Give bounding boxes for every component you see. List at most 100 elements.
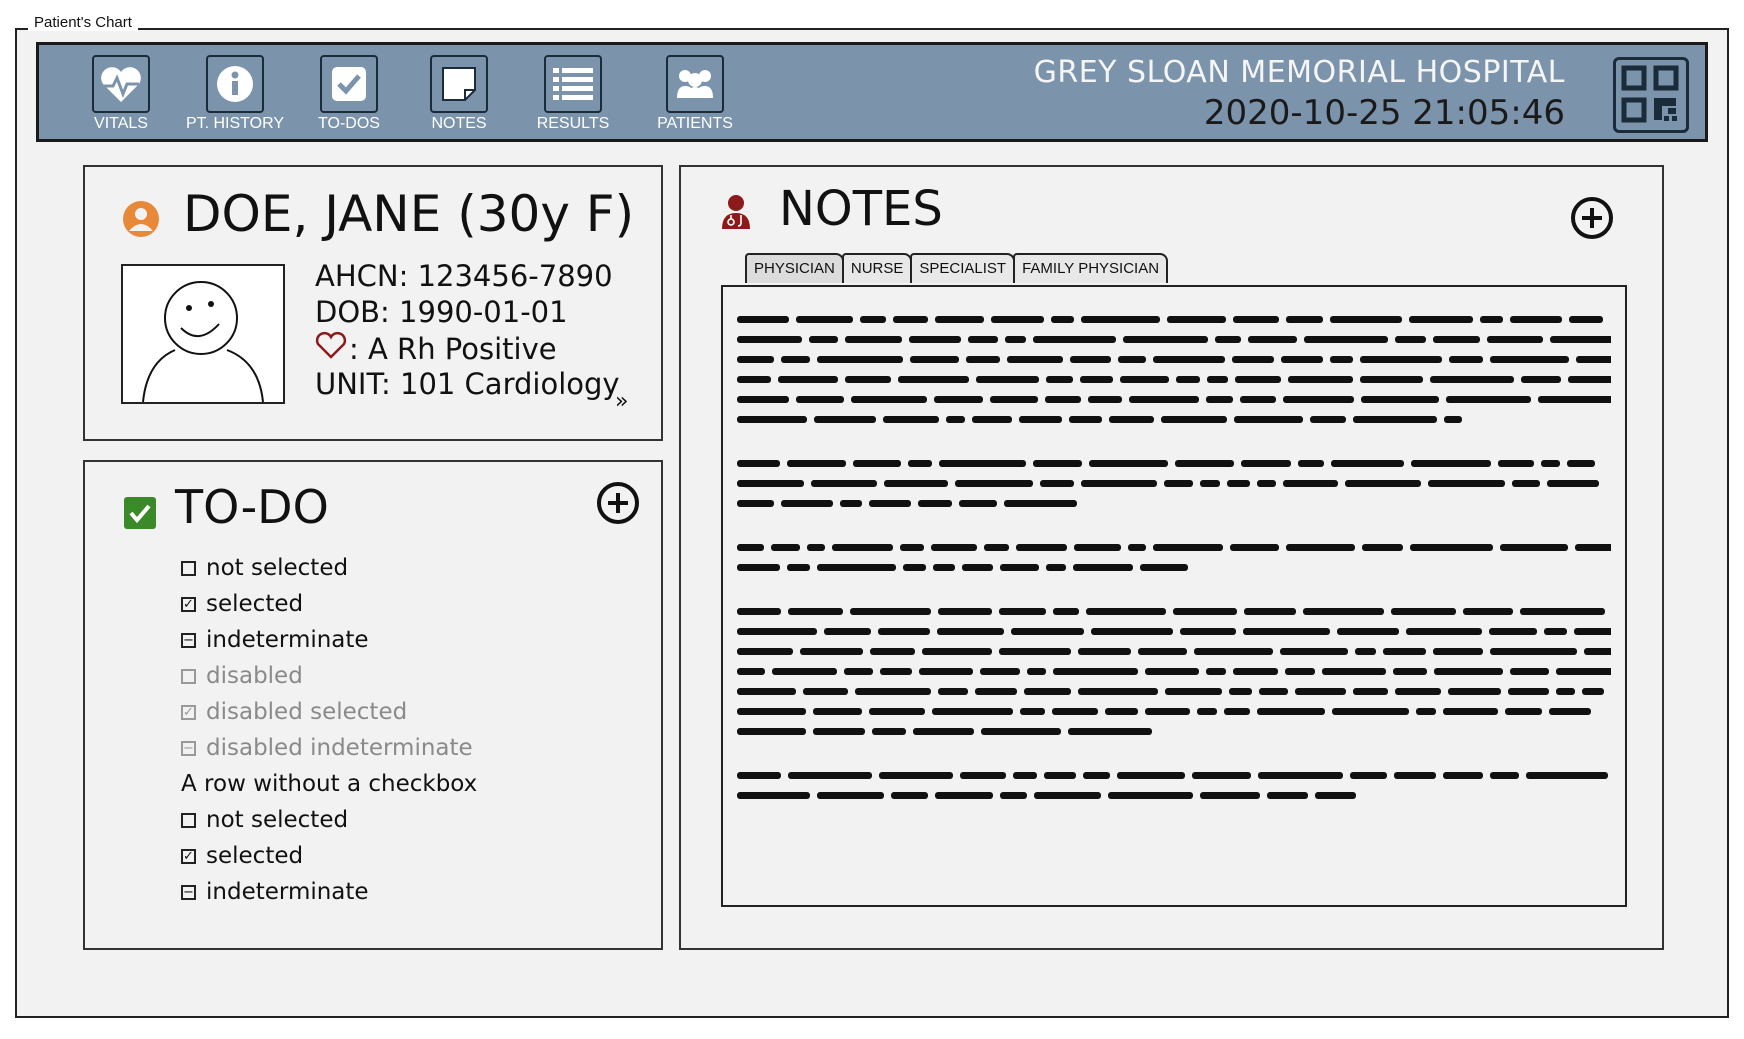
checkbox[interactable]: − <box>181 884 196 900</box>
scribble-word <box>845 335 902 343</box>
nav-label: VITALS <box>94 115 148 132</box>
scribble-word <box>807 543 825 551</box>
scribble-word <box>1000 563 1039 571</box>
scribble-word <box>781 499 833 507</box>
tab-physician[interactable]: PHYSICIAN <box>745 253 844 283</box>
scribble-word <box>976 375 1039 383</box>
chevron-double-right-icon[interactable]: » <box>615 389 628 414</box>
scribble-line <box>737 329 1611 349</box>
scribble-word <box>737 499 774 507</box>
scribble-word <box>1033 335 1116 343</box>
nav-results[interactable]: RESULTS <box>513 55 633 141</box>
add-todo-button[interactable] <box>597 482 639 524</box>
todo-item[interactable]: ✓ selected <box>181 586 477 622</box>
scribble-word <box>922 647 992 655</box>
scribble-word <box>772 667 837 675</box>
scribble-word <box>908 459 932 467</box>
scribble-word <box>1013 771 1037 779</box>
nav-todos[interactable]: TO-DOS <box>289 55 409 141</box>
scribble-word <box>972 415 1012 423</box>
scribble-word <box>840 499 862 507</box>
scribble-word <box>1568 375 1611 383</box>
scribble-word <box>869 499 911 507</box>
checkbox[interactable]: ✓ <box>181 848 196 864</box>
checkbox[interactable] <box>181 812 196 828</box>
scribble-word <box>1105 707 1138 715</box>
plus-icon <box>608 493 628 513</box>
notes-tabs: PHYSICIAN NURSE SPECIALIST FAMILY PHYSIC… <box>745 253 1169 283</box>
scribble-word <box>938 687 968 695</box>
todo-item[interactable]: not selected <box>181 802 477 838</box>
nav-label: NOTES <box>431 115 487 132</box>
scribble-word <box>1040 479 1074 487</box>
patient-ahcn: AHCN: 123456-7890 <box>315 259 613 293</box>
scribble-word <box>817 563 896 571</box>
scribble-word <box>1224 707 1250 715</box>
todo-item[interactable]: not selected <box>181 550 477 586</box>
nav-pt-history[interactable]: PT. HISTORY <box>175 55 295 141</box>
note-content[interactable] <box>721 285 1627 907</box>
tab-family-physician[interactable]: FAMILY PHYSICIAN <box>1013 253 1169 283</box>
scribble-word <box>787 563 810 571</box>
scribble-word <box>1128 543 1146 551</box>
list-icon <box>544 55 602 113</box>
scribble-word <box>1129 395 1199 403</box>
scribble-word <box>737 627 817 635</box>
scribble-word <box>1480 315 1503 323</box>
scribble-word <box>1248 335 1297 343</box>
scribble-word <box>872 727 906 735</box>
scribble-word <box>1016 543 1067 551</box>
scribble-word <box>935 791 993 799</box>
heart-icon <box>315 331 347 366</box>
info-icon <box>206 55 264 113</box>
scribble-word <box>1556 687 1575 695</box>
scribble-word <box>1109 415 1154 423</box>
todo-item-label: disabled <box>206 663 303 689</box>
todo-list: not selected ✓ selected − indeterminate di… <box>181 550 477 910</box>
doctor-icon <box>719 193 753 233</box>
todo-item[interactable]: ✓ selected <box>181 838 477 874</box>
scribble-word <box>1410 543 1493 551</box>
tab-nurse[interactable]: NURSE <box>841 253 913 283</box>
window-title: Patient's Chart <box>28 14 138 31</box>
scribble-word <box>1045 395 1081 403</box>
scribble-word <box>999 607 1046 615</box>
qr-code-icon[interactable] <box>1613 57 1689 133</box>
scribble-word <box>851 395 927 403</box>
scribble-word <box>999 647 1071 655</box>
scribble-word <box>1444 415 1462 423</box>
scribble-line <box>737 473 1611 493</box>
checkbox[interactable]: ✓ <box>181 596 196 612</box>
scribble-word <box>737 415 807 423</box>
scribble-word <box>1004 499 1077 507</box>
scribble-word <box>1083 771 1110 779</box>
scribble-word <box>1549 707 1591 715</box>
nav-patients[interactable]: PATIENTS <box>635 55 755 141</box>
scribble-word <box>737 771 781 779</box>
tab-specialist[interactable]: SPECIALIST <box>910 253 1016 283</box>
add-note-button[interactable] <box>1571 197 1613 239</box>
scribble-word <box>939 459 1026 467</box>
scribble-word <box>817 791 884 799</box>
todo-item: A row without a checkbox <box>181 766 477 802</box>
scribble-word <box>1350 771 1387 779</box>
scribble-word <box>737 607 781 615</box>
scribble-word <box>1280 647 1348 655</box>
scribble-word <box>1053 667 1138 675</box>
scribble-word <box>1234 415 1303 423</box>
scribble-word <box>1118 355 1146 363</box>
nav-vitals[interactable]: VITALS <box>61 55 181 141</box>
scribble-word <box>1145 667 1199 675</box>
nav-notes[interactable]: NOTES <box>399 55 519 141</box>
todo-item[interactable]: − indeterminate <box>181 874 477 910</box>
scribble-word <box>1233 667 1278 675</box>
todo-item[interactable]: − indeterminate <box>181 622 477 658</box>
scribble-word <box>1206 667 1226 675</box>
scribble-word <box>891 791 928 799</box>
scribble-word <box>1434 667 1503 675</box>
checkbox[interactable]: − <box>181 632 196 648</box>
scribble-word <box>1080 375 1113 383</box>
scribble-line <box>737 557 1611 577</box>
scribble-word <box>1180 627 1236 635</box>
checkbox[interactable] <box>181 560 196 576</box>
